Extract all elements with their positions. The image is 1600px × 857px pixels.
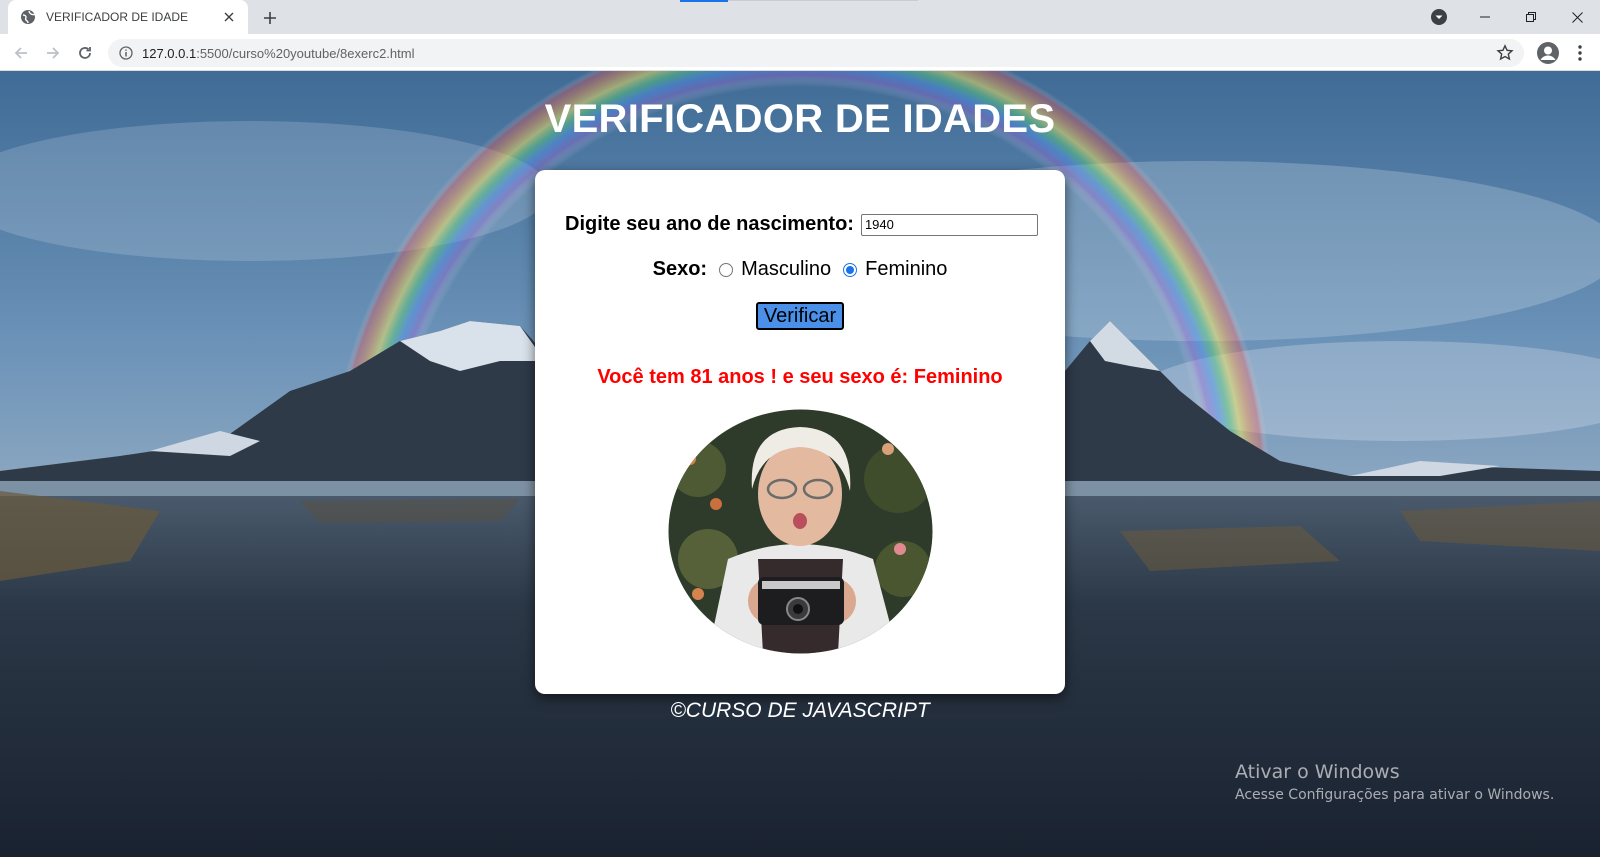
page-viewport: VERIFICADOR DE IDADES Digite seu ano de … xyxy=(0,71,1600,857)
result-text: Você tem 81 anos ! e seu sexo é: Feminin… xyxy=(597,366,1003,388)
watermark-title: Ativar o Windows xyxy=(1235,761,1400,783)
close-window-button[interactable] xyxy=(1554,0,1600,34)
reload-button[interactable] xyxy=(72,40,98,66)
arrow-right-icon xyxy=(47,47,60,59)
radio-feminino[interactable] xyxy=(843,262,858,277)
footer-credit: ©CURSO DE JAVASCRIPT xyxy=(670,699,930,722)
label-masculino[interactable]: Masculino xyxy=(741,258,831,281)
info-icon[interactable] xyxy=(118,45,134,61)
browser-toolbar: 127.0.0.1:5500/curso%20youtube/8exerc2.h… xyxy=(0,34,1600,71)
account-icon[interactable] xyxy=(1536,41,1560,65)
radio-masculino[interactable] xyxy=(719,262,734,277)
browser-tab-bar: VERIFICADOR DE IDADE xyxy=(0,0,1600,34)
form-card: Digite seu ano de nascimento: Sexo: Masc… xyxy=(535,170,1065,694)
birth-year-input[interactable] xyxy=(860,213,1038,236)
restore-button[interactable] xyxy=(1508,0,1554,34)
chevron-down-icon xyxy=(1431,9,1447,25)
elderly-woman-photo xyxy=(668,409,933,654)
verify-button[interactable]: Verificar xyxy=(756,302,844,330)
tab-strip-indicator xyxy=(680,0,728,2)
birth-year-label: Digite seu ano de nascimento: xyxy=(565,213,854,235)
minimize-icon xyxy=(1480,16,1490,18)
birth-year-row: Digite seu ano de nascimento: xyxy=(565,213,1038,236)
star-icon[interactable] xyxy=(1496,44,1514,62)
tab-strip-divider xyxy=(728,0,918,1)
url-path: :5500/curso%20youtube/8exerc2.html xyxy=(196,45,415,61)
globe-icon xyxy=(20,9,36,25)
sex-label: Sexo: xyxy=(652,258,708,280)
sex-row: Sexo: Masculino Feminino xyxy=(535,258,1065,281)
tab-search-button[interactable] xyxy=(1430,8,1448,26)
windows-activation-watermark: Ativar o Windows Acesse Configurações pa… xyxy=(1235,761,1554,803)
page-title: VERIFICADOR DE IDADES xyxy=(544,97,1056,141)
kebab-menu-icon[interactable] xyxy=(1568,41,1592,65)
url-text: 127.0.0.1:5500/curso%20youtube/8exerc2.h… xyxy=(142,46,414,61)
watermark-subtitle: Acesse Configurações para ativar o Windo… xyxy=(1235,787,1555,803)
address-bar[interactable]: 127.0.0.1:5500/curso%20youtube/8exerc2.h… xyxy=(108,39,1524,67)
url-host: 127.0.0.1 xyxy=(142,45,197,61)
back-button[interactable] xyxy=(8,40,34,66)
plus-icon xyxy=(264,12,276,24)
label-feminino[interactable]: Feminino xyxy=(865,258,947,281)
close-icon[interactable] xyxy=(220,8,238,26)
reload-icon xyxy=(79,47,91,59)
restore-icon xyxy=(1526,12,1536,22)
new-tab-button[interactable] xyxy=(258,6,282,30)
forward-button[interactable] xyxy=(40,40,66,66)
browser-tab[interactable]: VERIFICADOR DE IDADE xyxy=(8,0,248,34)
arrow-left-icon xyxy=(14,47,27,59)
minimize-button[interactable] xyxy=(1462,0,1508,34)
tab-title: VERIFICADOR DE IDADE xyxy=(46,10,189,24)
close-icon xyxy=(1571,11,1583,23)
